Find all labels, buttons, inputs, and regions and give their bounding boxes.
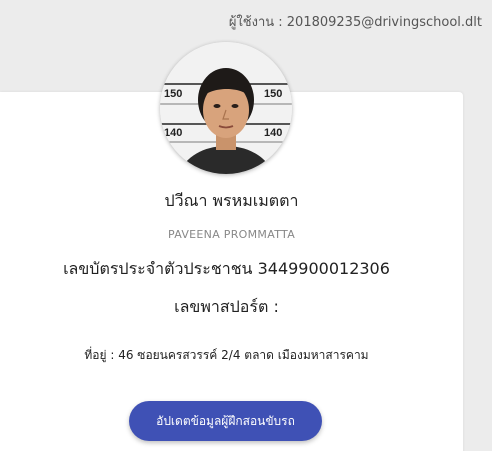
person-photo-icon: 150 150 140 140 <box>160 42 292 174</box>
address: ที่อยู่ : 46 ซอยนครสวรรค์ 2/4 ตลาด เมือง… <box>84 348 369 362</box>
page: ผู้ใช้งาน : 201809235@drivingschool.dlt … <box>0 0 492 451</box>
ruler-mark-left-140: 140 <box>164 127 182 139</box>
top-bar: ผู้ใช้งาน : 201809235@drivingschool.dlt <box>0 0 492 40</box>
ruler-mark-right-150: 150 <box>264 88 282 100</box>
update-instructor-button[interactable]: อัปเดตข้อมูลผู้ฝึกสอนขับรถ <box>129 401 322 441</box>
profile-photo: 150 150 140 140 <box>160 42 292 174</box>
ruler-mark-right-140: 140 <box>264 127 282 139</box>
current-user-label: ผู้ใช้งาน : 201809235@drivingschool.dlt <box>228 15 482 30</box>
name-english: PAVEENA PROMMATTA <box>167 228 296 241</box>
name-thai: ปวีณา พรหมเมตตา <box>164 191 299 210</box>
id-card-number: เลขบัตรประจำตัวประชาชน 3449900012306 <box>63 259 390 278</box>
ruler-mark-left-150: 150 <box>164 88 182 100</box>
passport-number: เลขพาสปอร์ต : <box>174 297 279 316</box>
